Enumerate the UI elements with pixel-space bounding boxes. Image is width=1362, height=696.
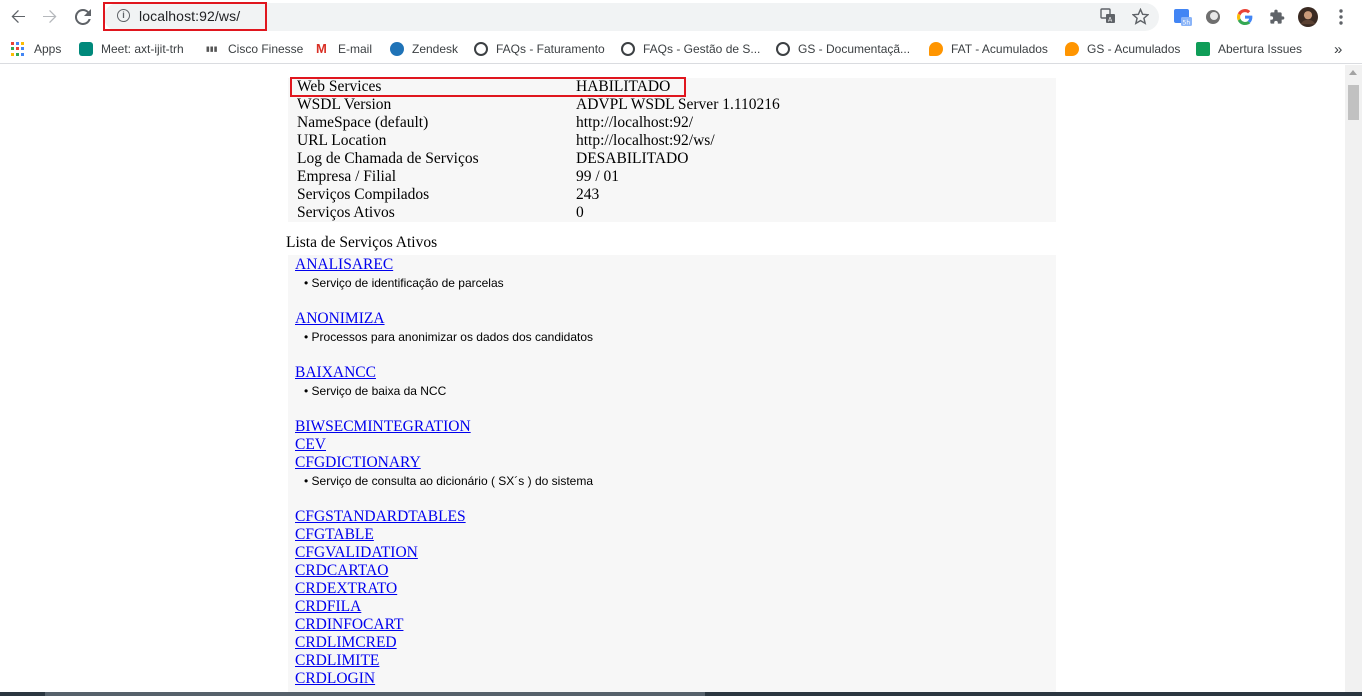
bookmark-apps[interactable]: Apps [11,40,61,58]
info-row-empresa-filial: Empresa / Filial 99 / 01 [288,168,1056,186]
bookmark-abertura-issues[interactable]: Abertura Issues [1196,40,1302,58]
bookmark-label: GS - Documentaçã... [798,42,911,56]
bookmark-gs-acumulados[interactable]: GS - Acumulados [1065,40,1180,58]
service-link-crdlimite[interactable]: CRDLIMITE [295,652,379,670]
service-link-crdfila[interactable]: CRDFILA [295,598,361,616]
zendesk-icon [390,42,404,56]
info-row-wsdl-version: WSDL Version ADVPL WSDL Server 1.110216 [288,96,1056,114]
bookmarks-bar: Apps Meet: axt-ijit-trh ▮▮▮ Cisco Finess… [0,34,1362,64]
bookmark-faq-faturamento[interactable]: FAQs - Faturamento [474,40,605,58]
bookmark-cisco[interactable]: ▮▮▮ Cisco Finesse [206,40,303,58]
service-link-cfgstandardtables[interactable]: CFGSTANDARDTABLES [295,508,466,526]
info-value: 99 / 01 [576,168,620,185]
sheets-icon [1196,42,1210,56]
info-value: ADVPL WSDL Server 1.110216 [576,96,780,113]
page-viewport: Web Services HABILITADO WSDL Version ADV… [0,65,1345,696]
bookmark-faq-gestao[interactable]: FAQs - Gestão de S... [621,40,760,58]
bookmark-label: Apps [34,42,62,56]
service-description: • Serviço de identificação de parcelas [304,276,504,290]
meet-icon [79,42,93,56]
web-services-highlight-box [290,77,686,97]
service-link-crdcartao[interactable]: CRDCARTAO [295,562,388,580]
services-list-title: Lista de Serviços Ativos [286,234,438,251]
bookmark-zendesk[interactable]: Zendesk [390,40,458,58]
service-link-cfgtable[interactable]: CFGTABLE [295,526,374,544]
cisco-icon: ▮▮▮ [206,45,218,53]
info-key: Empresa / Filial [297,168,397,185]
service-link-cfgvalidation[interactable]: CFGVALIDATION [295,544,418,562]
service-link-crdlimcred[interactable]: CRDLIMCRED [295,634,397,652]
extensions-puzzle-icon[interactable] [1267,7,1287,27]
google-icon[interactable] [1235,7,1255,27]
bookmark-star-icon[interactable] [1131,7,1149,25]
bookmark-label: Cisco Finesse [228,42,304,56]
info-value: http://localhost:92/ [576,114,694,131]
gmail-icon: M [316,41,327,56]
info-key: WSDL Version [297,96,392,113]
back-arrow-icon[interactable] [6,5,30,29]
service-description: • Processos para anonimizar os dados dos… [304,330,594,344]
scroll-thumb[interactable] [1348,85,1359,120]
taskbar-active-window[interactable] [45,692,705,696]
scroll-up-arrow-icon[interactable] [1349,70,1357,75]
faq-icon [776,42,790,56]
service-link-crdextrato[interactable]: CRDEXTRATO [295,580,397,598]
svg-text:5h: 5h [1183,20,1191,27]
profile-avatar[interactable] [1298,7,1318,27]
info-value: 243 [576,186,600,203]
browser-toolbar: i localhost:92/ws/ A 5h [0,0,1362,34]
info-row-servicos-ativos: Serviços Ativos 0 [288,204,1056,222]
info-key: Serviços Compilados [297,186,430,203]
bookmark-label: Zendesk [412,42,459,56]
firefox-icon [929,42,943,56]
extension-circle-icon[interactable] [1203,7,1223,27]
forward-arrow-icon[interactable] [38,5,62,29]
bookmark-email[interactable]: M E-mail [316,40,372,58]
service-link-cev[interactable]: CEV [295,436,326,454]
extension-calendar-icon[interactable]: 5h [1173,7,1193,27]
faq-icon [621,42,635,56]
service-link-analisarec[interactable]: ANALISAREC [295,256,393,274]
bookmark-fat-acumulados[interactable]: FAT - Acumulados [929,40,1048,58]
bookmark-label: Meet: axt-ijit-trh [101,42,184,56]
service-link-anonimiza[interactable]: ANONIMIZA [295,310,385,328]
bookmark-label: Abertura Issues [1218,42,1303,56]
info-key: Log de Chamada de Serviços [297,150,479,167]
apps-grid-icon [11,42,25,56]
info-row-log: Log de Chamada de Serviços DESABILITADO [288,150,1056,168]
info-value: http://localhost:92/ws/ [576,132,715,149]
bookmarks-overflow-chevron-icon[interactable]: » [1334,40,1342,58]
info-value: DESABILITADO [576,150,689,167]
bookmark-gs-documentacao[interactable]: GS - Documentaçã... [776,40,910,58]
bookmark-label: E-mail [338,42,373,56]
url-highlight-box [103,2,267,31]
service-description: • Serviço de baixa da NCC [304,384,447,398]
bookmark-label: FAQs - Faturamento [496,42,605,56]
info-row-url-location: URL Location http://localhost:92/ws/ [288,132,1056,150]
vertical-scrollbar[interactable] [1345,65,1362,696]
translate-icon[interactable]: A [1099,7,1117,25]
bookmark-label: FAT - Acumulados [951,42,1048,56]
info-value: 0 [576,204,584,221]
info-key: NameSpace (default) [297,114,429,131]
bookmark-meet[interactable]: Meet: axt-ijit-trh [79,40,184,58]
info-row-namespace: NameSpace (default) http://localhost:92/ [288,114,1056,132]
bookmark-label: FAQs - Gestão de S... [643,42,761,56]
service-description: • Serviço de consulta ao dicionário ( SX… [304,474,593,488]
firefox-icon [1065,42,1079,56]
menu-kebab-icon[interactable] [1331,7,1351,27]
service-link-crdlogin[interactable]: CRDLOGIN [295,670,375,688]
faq-icon [474,42,488,56]
info-key: Serviços Ativos [297,204,395,221]
service-link-biwsecmintegration[interactable]: BIWSECMINTEGRATION [295,418,471,436]
service-link-baixancc[interactable]: BAIXANCC [295,364,376,382]
server-info-table: Web Services HABILITADO WSDL Version ADV… [288,78,1056,222]
service-link-cfgdictionary[interactable]: CFGDICTIONARY [295,454,421,472]
info-key: URL Location [297,132,387,149]
info-row-servicos-compilados: Serviços Compilados 243 [288,186,1056,204]
bookmark-label: GS - Acumulados [1087,42,1181,56]
service-link-crdinfocart[interactable]: CRDINFOCART [295,616,403,634]
reload-icon[interactable] [71,5,95,29]
